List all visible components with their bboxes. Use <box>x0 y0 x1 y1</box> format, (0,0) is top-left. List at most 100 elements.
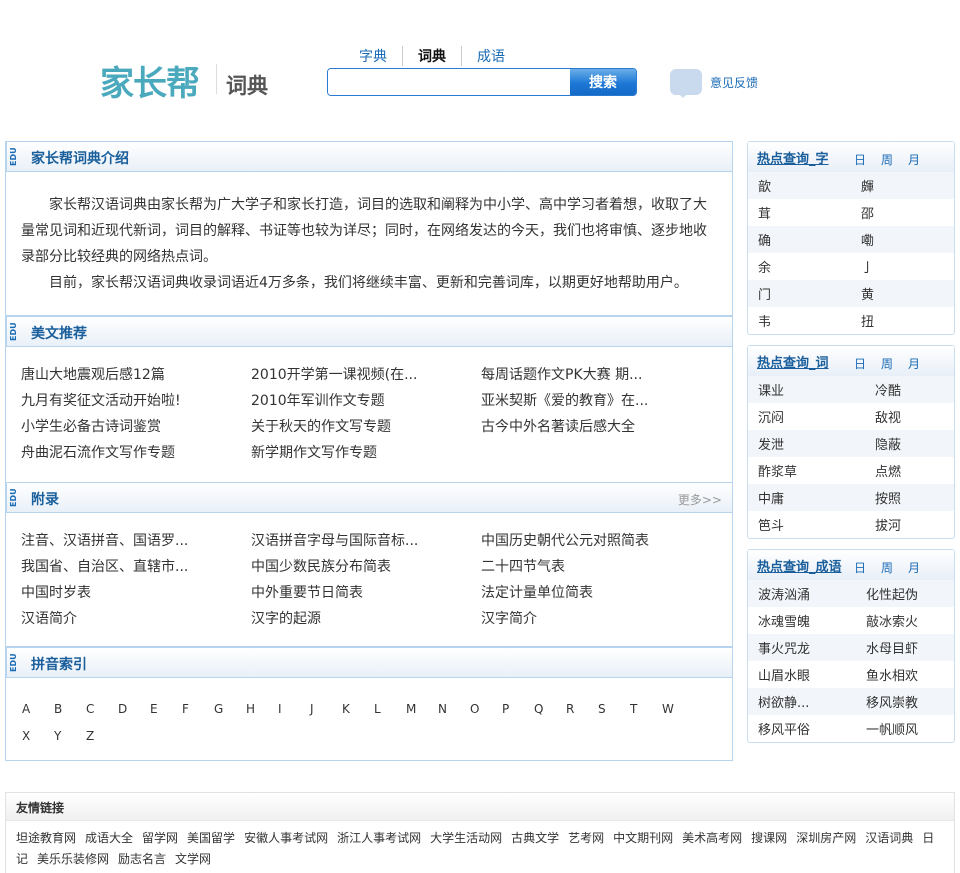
friend-link[interactable]: 美乐乐装修网 <box>37 852 109 866</box>
friend-link[interactable]: 搜课网 <box>751 831 787 845</box>
pinyin-letter-link[interactable]: Q <box>534 696 566 723</box>
hot-term-link[interactable]: 敌视 <box>875 407 901 426</box>
appendix-link[interactable]: 中国历史朝代公元对照简表 <box>481 528 731 554</box>
appendix-link[interactable]: 汉字的起源 <box>251 606 481 632</box>
article-link[interactable]: 九月有奖征文活动开始啦! <box>21 388 251 414</box>
hot-term-link[interactable]: 波涛汹涌 <box>758 584 866 603</box>
appendix-link[interactable]: 中国时岁表 <box>21 580 251 606</box>
period-tab[interactable]: 月 <box>908 559 920 576</box>
friend-link[interactable]: 留学网 <box>142 831 178 845</box>
appendix-link[interactable]: 汉语简介 <box>21 606 251 632</box>
more-link[interactable]: 更多>> <box>678 491 722 508</box>
period-tab[interactable]: 月 <box>908 355 920 372</box>
hot-term-link[interactable]: 鱼水相欢 <box>866 665 918 684</box>
article-link[interactable]: 唐山大地震观后感12篇 <box>21 362 251 388</box>
hot-term-link[interactable]: 化性起伪 <box>866 584 918 603</box>
hot-term-link[interactable]: 皹 <box>861 176 874 195</box>
hot-term-link[interactable]: 事火咒龙 <box>758 638 866 657</box>
pinyin-letter-link[interactable]: C <box>86 696 118 723</box>
hot-term-link[interactable]: 水母目虾 <box>866 638 918 657</box>
pinyin-letter-link[interactable]: I <box>278 696 310 723</box>
appendix-link[interactable]: 注音、汉语拼音、国语罗... <box>21 528 251 554</box>
pinyin-letter-link[interactable]: M <box>406 696 438 723</box>
hot-term-link[interactable]: 移风崇教 <box>866 692 918 711</box>
pinyin-letter-link[interactable]: T <box>630 696 662 723</box>
hot-term-link[interactable]: 树欲静... <box>758 692 866 711</box>
pinyin-letter-link[interactable]: Z <box>86 723 118 750</box>
period-tab[interactable]: 周 <box>881 151 893 168</box>
article-link[interactable]: 新学期作文写作专题 <box>251 440 481 466</box>
pinyin-letter-link[interactable]: N <box>438 696 470 723</box>
hot-term-link[interactable]: 拔河 <box>875 515 901 534</box>
friend-link[interactable]: 艺考网 <box>568 831 604 845</box>
period-tab[interactable]: 日 <box>854 355 866 372</box>
hot-term-link[interactable]: 点燃 <box>875 461 901 480</box>
hot-term-link[interactable]: 敲冰索火 <box>866 611 918 630</box>
friend-link[interactable]: 坦途教育网 <box>16 831 76 845</box>
hot-term-link[interactable]: 韦 <box>758 311 861 330</box>
pinyin-letter-link[interactable]: O <box>470 696 502 723</box>
article-link[interactable]: 2010年军训作文专题 <box>251 388 481 414</box>
pinyin-letter-link[interactable]: X <box>22 723 54 750</box>
pinyin-letter-link[interactable]: L <box>374 696 406 723</box>
pinyin-letter-link[interactable]: P <box>502 696 534 723</box>
pinyin-letter-link[interactable]: K <box>342 696 374 723</box>
hot-term-link[interactable]: 冷酷 <box>875 380 901 399</box>
pinyin-letter-link[interactable]: H <box>246 696 278 723</box>
appendix-link[interactable]: 汉语拼音字母与国际音标... <box>251 528 481 554</box>
hot-term-link[interactable]: 中庸 <box>758 488 875 507</box>
friend-link[interactable]: 文学网 <box>175 852 211 866</box>
friend-link[interactable]: 中文期刊网 <box>613 831 673 845</box>
pinyin-letter-link[interactable]: F <box>182 696 214 723</box>
friend-link[interactable]: 成语大全 <box>85 831 133 845</box>
appendix-link[interactable]: 二十四节气表 <box>481 554 731 580</box>
period-tab[interactable]: 日 <box>854 559 866 576</box>
article-link[interactable]: 关于秋天的作文写专题 <box>251 414 481 440</box>
pinyin-letter-link[interactable]: E <box>150 696 182 723</box>
friend-link[interactable]: 汉语词典 <box>865 831 913 845</box>
pinyin-letter-link[interactable]: R <box>566 696 598 723</box>
hot-term-link[interactable]: 嘞 <box>861 230 874 249</box>
friend-link[interactable]: 励志名言 <box>118 852 166 866</box>
hot-term-link[interactable]: 余 <box>758 257 861 276</box>
hot-term-link[interactable]: 酢浆草 <box>758 461 875 480</box>
hot-term-link[interactable]: 课业 <box>758 380 875 399</box>
hot-term-link[interactable]: 一帆顺风 <box>866 719 918 738</box>
pinyin-letter-link[interactable]: A <box>22 696 54 723</box>
period-tab[interactable]: 月 <box>908 151 920 168</box>
search-input[interactable] <box>328 69 570 95</box>
friend-link[interactable]: 浙江人事考试网 <box>337 831 421 845</box>
pinyin-letter-link[interactable]: J <box>310 696 342 723</box>
appendix-link[interactable]: 中外重要节日简表 <box>251 580 481 606</box>
appendix-link[interactable]: 我国省、自治区、直辖市... <box>21 554 251 580</box>
friend-link[interactable]: 大学生活动网 <box>430 831 502 845</box>
hot-term-link[interactable]: 移风平俗 <box>758 719 866 738</box>
pinyin-letter-link[interactable]: Y <box>54 723 86 750</box>
feedback-link[interactable]: 意见反馈 <box>670 69 758 98</box>
hot-term-link[interactable]: 门 <box>758 284 861 303</box>
pinyin-letter-link[interactable]: G <box>214 696 246 723</box>
hot-term-link[interactable]: 扭 <box>861 311 874 330</box>
hot-term-link[interactable]: 按照 <box>875 488 901 507</box>
period-tab[interactable]: 周 <box>881 559 893 576</box>
hot-term-link[interactable]: 茸 <box>758 203 861 222</box>
article-link[interactable]: 每周话题作文PK大赛 期... <box>481 362 731 388</box>
appendix-link[interactable]: 法定计量单位简表 <box>481 580 731 606</box>
pinyin-letter-link[interactable]: B <box>54 696 86 723</box>
article-link[interactable]: 亚米契斯《爱的教育》在... <box>481 388 731 414</box>
pinyin-letter-link[interactable]: W <box>662 696 694 723</box>
hot-term-link[interactable]: 歆 <box>758 176 861 195</box>
nav-cidian[interactable]: 词典 <box>402 46 462 66</box>
period-tab[interactable]: 日 <box>854 151 866 168</box>
friend-link[interactable]: 深圳房产网 <box>796 831 856 845</box>
hot-term-link[interactable]: 隐蔽 <box>875 434 901 453</box>
hot-term-link[interactable]: 亅 <box>861 257 874 276</box>
hot-term-link[interactable]: 邵 <box>861 203 874 222</box>
pinyin-letter-link[interactable]: S <box>598 696 630 723</box>
article-link[interactable]: 小学生必备古诗词鉴赏 <box>21 414 251 440</box>
appendix-link[interactable]: 中国少数民族分布简表 <box>251 554 481 580</box>
friend-link[interactable]: 美国留学 <box>187 831 235 845</box>
article-link[interactable]: 舟曲泥石流作文写作专题 <box>21 440 251 466</box>
friend-link[interactable]: 古典文学 <box>511 831 559 845</box>
nav-chengyu[interactable]: 成语 <box>462 46 520 66</box>
